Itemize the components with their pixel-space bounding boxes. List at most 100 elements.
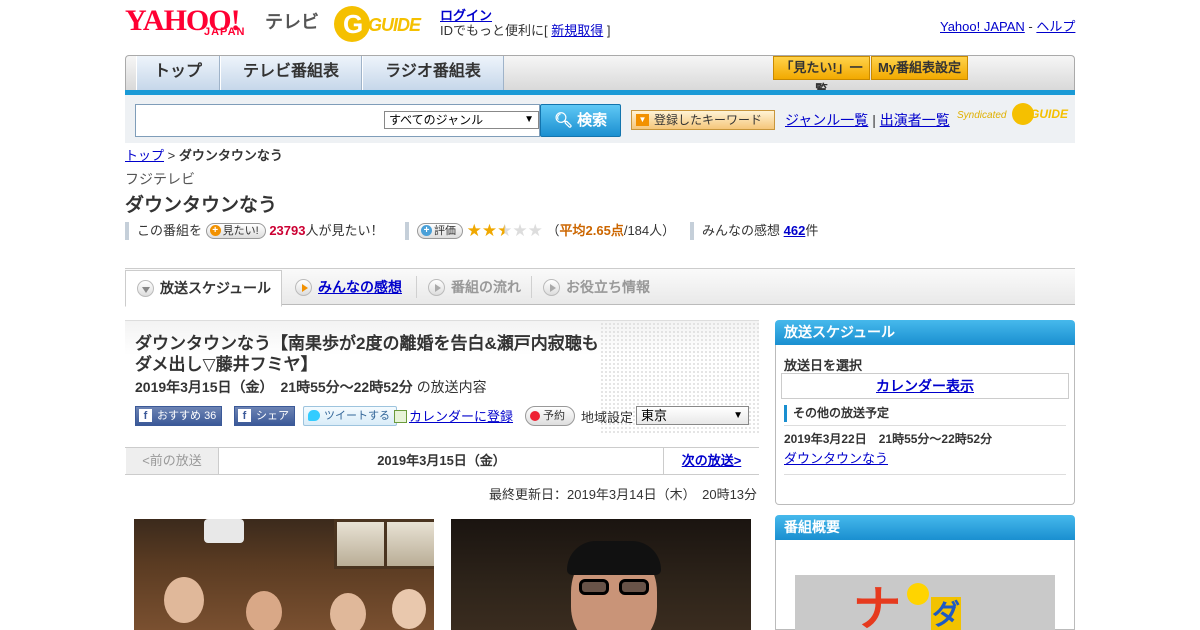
my-bangumi-settings-button[interactable]: My番組表設定: [871, 56, 968, 80]
syndicated-gguide-logo: GUIDE: [1012, 103, 1068, 125]
id-promo-prefix: IDでもっと便利に[: [440, 23, 548, 38]
mitai-suffix: 人が見たい！: [305, 223, 384, 238]
add-to-calendar-link[interactable]: カレンダーに登録: [394, 406, 513, 425]
twitter-bird-icon: [308, 410, 320, 421]
mitai-stat: この番組を + 見たい! 23793人が見たい！: [125, 222, 384, 240]
mitai-count: 23793: [269, 223, 306, 238]
syndicated-label: Syndicated: [957, 110, 1007, 121]
mitai-list-button[interactable]: 「見たい!」一覧: [773, 56, 870, 97]
yahoo-japan-link[interactable]: Yahoo! JAPAN: [940, 19, 1025, 34]
chevron-down-icon: ▼: [524, 114, 534, 125]
mitai-button[interactable]: + 見たい!: [205, 223, 266, 239]
facebook-icon: f: [238, 409, 251, 422]
star-half-icon: ★: [497, 221, 513, 240]
nav-tab-top[interactable]: トップ: [136, 56, 220, 90]
search-button[interactable]: 🔍︎ 検索: [540, 104, 621, 137]
signup-link[interactable]: 新規取得: [551, 23, 603, 38]
dropdown-arrow-icon: ▼: [636, 114, 649, 126]
performer-list-link[interactable]: 出演者一覧: [880, 112, 950, 128]
reserve-button[interactable]: 予約: [525, 406, 575, 426]
tab-arrow-icon: [428, 279, 445, 296]
breadcrumb-separator: >: [167, 148, 176, 163]
genre-list-link[interactable]: ジャンル一覧: [785, 112, 868, 128]
photo-person: [164, 577, 204, 623]
registered-keyword-label: 登録したキーワード: [654, 113, 763, 127]
breadcrumb-top-link[interactable]: トップ: [125, 148, 164, 163]
kansou-unit: 件: [805, 223, 819, 238]
rating-average: 平均2.65点: [559, 223, 624, 238]
photo-guest-hair: [567, 541, 661, 575]
top-links: Yahoo! JAPAN - ヘルプ: [940, 16, 1075, 35]
gguide-logo[interactable]: GUIDE: [334, 6, 432, 42]
id-promo-suffix: ]: [606, 23, 611, 38]
record-icon: [530, 411, 540, 421]
registered-keyword-button[interactable]: ▼ 登録したキーワード: [631, 110, 775, 130]
kansou-stat: みんなの感想 462件: [690, 222, 818, 240]
mitai-button-label: 見たい!: [222, 225, 259, 237]
star-icon: ★: [512, 221, 528, 240]
chevron-down-icon: ▼: [733, 410, 743, 421]
sidebar-overview-header: 番組概要: [775, 515, 1075, 540]
genre-select[interactable]: すべてのジャンル ▼: [384, 111, 539, 129]
search-icon: 🔍︎: [553, 112, 573, 129]
other-broadcast-date: 2019年3月22日 21時55分～22時52分: [784, 432, 993, 446]
channel-name: フジテレビ: [125, 171, 195, 187]
area-select-value: 東京: [641, 408, 668, 423]
tab-label: お役立ち情報: [566, 279, 650, 295]
program-poster-image[interactable]: ナ ダ: [795, 575, 1055, 630]
poster-logo-char: ナ: [853, 581, 902, 630]
rating-button[interactable]: + 評価: [417, 223, 463, 239]
nav-tab-tv-listings[interactable]: テレビ番組表: [220, 56, 362, 90]
yahoo-japan-logo-text: JAPAN: [204, 26, 246, 38]
tab-broadcast-schedule[interactable]: 放送スケジュール: [125, 270, 282, 307]
area-setting-label: 地域設定: [581, 410, 634, 425]
tab-arrow-icon: [295, 279, 312, 296]
photo-person: [246, 591, 282, 630]
star-icon: ★: [481, 221, 498, 240]
kansou-count-link[interactable]: 462: [784, 223, 806, 238]
facebook-share-button[interactable]: f シェア: [234, 406, 295, 426]
genre-select-value: すべてのジャンル: [389, 113, 484, 127]
add-to-calendar-label: カレンダーに登録: [409, 409, 514, 424]
kansou-label: みんなの感想: [702, 223, 781, 238]
plus-icon: +: [209, 225, 221, 236]
fb-recommend-count: 36: [204, 410, 217, 422]
rating-stars: ★★★★★: [467, 221, 547, 240]
sidebar-divider: [784, 474, 1066, 475]
calendar-icon: [394, 410, 407, 423]
search-links-separator: |: [872, 112, 876, 128]
tv-logo-text[interactable]: テレビ: [265, 8, 319, 34]
rating-stat: + 評価 ★★★★★ （平均2.65点/184人）: [405, 222, 675, 240]
last-updated: 最終更新日：2019年3月14日（木） 20時13分: [489, 487, 758, 502]
help-link[interactable]: ヘルプ: [1036, 19, 1075, 34]
rating-button-label: 評価: [434, 225, 456, 237]
tab-label: 番組の流れ: [451, 279, 521, 295]
poster-logo-char: ダ: [931, 597, 961, 630]
reserve-label: 予約: [543, 410, 565, 422]
tab-arrow-icon: [543, 279, 560, 296]
tweet-button[interactable]: ツイートする: [303, 406, 397, 426]
area-select[interactable]: 東京 ▼: [636, 406, 749, 425]
breadcrumb-current: ダウンタウンなう: [178, 148, 283, 163]
search-button-label: 検索: [577, 112, 608, 129]
photo-guest-glasses: [579, 579, 651, 595]
episode-photo-guest[interactable]: [451, 519, 751, 630]
tweet-label: ツイートする: [324, 410, 390, 422]
fb-recommend-label: おすすめ: [157, 410, 201, 422]
pager-current-date: 2019年3月15日（金）: [377, 453, 506, 468]
photo-fan: [204, 519, 244, 543]
page-title: ダウンタウンなう: [125, 195, 278, 216]
photo-person: [392, 589, 426, 629]
other-broadcast-link[interactable]: ダウンタウンなう: [784, 448, 888, 467]
episode-date: 2019年3月15日（金） 21時55分～22時52分 の放送内容: [135, 377, 487, 397]
gguide-logo-text: GUIDE: [368, 15, 421, 35]
nav-tab-radio-listings[interactable]: ラジオ番組表: [362, 56, 504, 90]
facebook-icon: f: [139, 409, 152, 422]
tab-everyone-impressions[interactable]: みんなの感想: [284, 270, 414, 306]
facebook-recommend-button[interactable]: f おすすめ 36: [135, 406, 223, 426]
next-broadcast-link[interactable]: 次の放送>: [663, 448, 759, 474]
top-links-separator: -: [1028, 19, 1033, 34]
calendar-display-button[interactable]: カレンダー表示: [781, 373, 1069, 399]
fb-share-label: シェア: [256, 410, 289, 422]
episode-photo-studio[interactable]: [134, 519, 434, 630]
